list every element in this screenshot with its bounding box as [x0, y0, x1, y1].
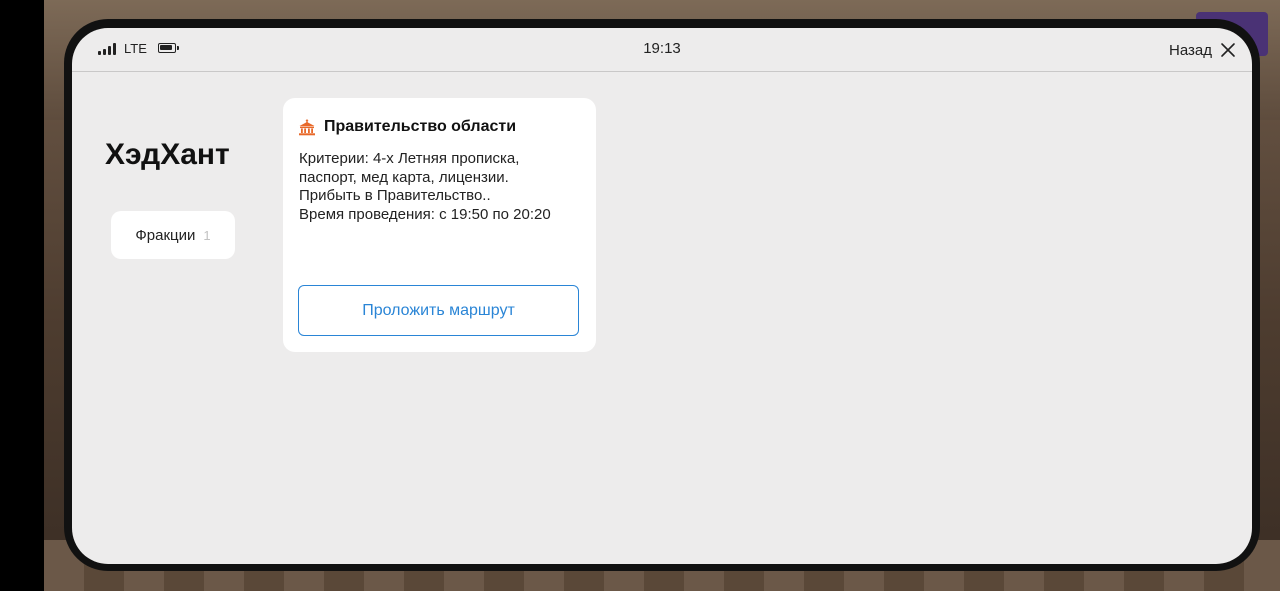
tab-count-badge: 1 [203, 227, 211, 243]
card-description-line: Время проведения: с 19:50 по 20:20 [299, 205, 551, 223]
card-header: Правительство области [298, 118, 516, 136]
back-button[interactable]: Назад [1169, 37, 1236, 63]
status-bar: LTE 19:13 Назад [72, 28, 1252, 72]
event-card: Правительство области Критерии: 4-х Летн… [283, 98, 596, 352]
card-description-line: паспорт, мед карта, лицензии. [299, 168, 509, 186]
close-icon[interactable] [1220, 42, 1236, 58]
back-label: Назад [1169, 41, 1212, 59]
card-description-line: Критерии: 4-х Летняя прописка, [299, 150, 520, 167]
card-description-line: Прибыть в Правительство.. [299, 187, 491, 204]
network-type: LTE [124, 41, 147, 56]
status-time: 19:13 [643, 40, 681, 57]
tab-factions[interactable]: Фракции 1 [111, 211, 235, 259]
tab-label: Фракции [135, 226, 196, 244]
card-description: Критерии: 4-х Летняя прописка, паспорт, … [299, 150, 584, 224]
government-building-icon [299, 119, 315, 136]
card-title: Правительство области [324, 118, 517, 135]
page-title: ХэдХант [105, 138, 230, 171]
phone-screen: LTE 19:13 Назад ХэдХант Фракции 1 Правит… [72, 28, 1252, 564]
battery-icon [158, 43, 179, 53]
left-letterbox [0, 0, 44, 591]
signal-icon [98, 43, 118, 55]
build-route-button[interactable]: Проложить маршрут [298, 285, 579, 336]
